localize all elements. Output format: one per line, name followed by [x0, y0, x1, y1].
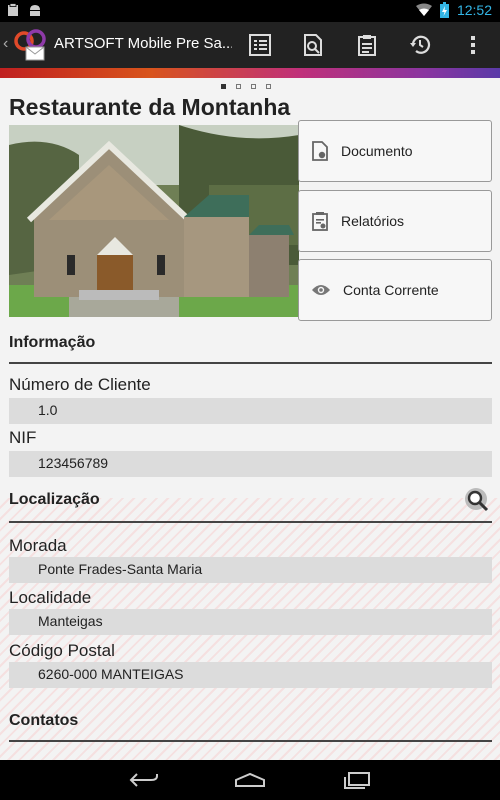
page-dot[interactable]: [266, 84, 271, 89]
overflow-menu-icon: [471, 36, 475, 54]
section-title-informacao: Informação: [9, 334, 96, 351]
home-icon: [235, 772, 265, 787]
field-label-codigo-postal: Código Postal: [9, 641, 115, 660]
document-icon: [312, 141, 328, 161]
field-value-nif: 123456789: [9, 451, 492, 477]
page-indicator: [221, 84, 271, 89]
relatorios-button[interactable]: Relatórios: [298, 190, 492, 252]
clipboard-icon: [8, 3, 18, 16]
client-photo: [9, 125, 299, 317]
overflow-menu-button[interactable]: [458, 30, 488, 60]
home-button[interactable]: [230, 768, 270, 792]
up-chevron-icon[interactable]: ‹: [3, 35, 8, 53]
status-bar: 12:52: [0, 0, 500, 22]
section-title-localizacao: Localização: [9, 491, 100, 508]
documento-label: Documento: [341, 143, 413, 159]
conta-corrente-button[interactable]: Conta Corrente: [298, 259, 492, 321]
recent-apps-button[interactable]: [337, 768, 377, 792]
section-divider: [9, 362, 492, 364]
field-value-morada: Ponte Frades-Santa Maria: [9, 557, 492, 583]
history-button[interactable]: [405, 30, 435, 60]
section-divider: [9, 521, 492, 523]
page-dot[interactable]: [236, 84, 241, 89]
field-value-codigo-postal: 6260-000 MANTEIGAS: [9, 662, 492, 688]
list-button[interactable]: [245, 30, 275, 60]
action-bar: ‹ ARTSOFT Mobile Pre Sa...: [0, 22, 500, 68]
app-logo[interactable]: [12, 27, 48, 63]
eye-icon: [312, 285, 330, 295]
section-divider: [9, 740, 492, 742]
client-detail-content[interactable]: Restaurante da Montanha Documento Relató…: [0, 78, 500, 760]
action-bar-title: ARTSOFT Mobile Pre Sa...: [54, 35, 232, 52]
back-button[interactable]: [124, 768, 164, 792]
document-search-icon: [304, 34, 322, 56]
page-title: Restaurante da Montanha: [9, 94, 291, 120]
page-dot[interactable]: [251, 84, 256, 89]
conta-corrente-label: Conta Corrente: [343, 282, 439, 298]
battery-charging-icon: [439, 2, 449, 18]
field-label-nif: NIF: [9, 428, 37, 447]
map-search-icon[interactable]: [463, 486, 491, 514]
field-label-localidade: Localidade: [9, 588, 92, 607]
field-value-numero-cliente: 1.0: [9, 398, 492, 424]
documento-button[interactable]: Documento: [298, 120, 492, 182]
clipboard-report-button[interactable]: [352, 30, 382, 60]
field-value-localidade: Manteigas: [9, 609, 492, 635]
report-icon: [312, 212, 328, 231]
android-icon: [30, 5, 40, 16]
field-label-numero-cliente: Número de Cliente: [9, 375, 151, 394]
page-dot[interactable]: [221, 84, 226, 89]
recent-apps-icon: [344, 772, 370, 789]
relatorios-label: Relatórios: [341, 213, 405, 229]
wifi-icon: [415, 3, 432, 16]
field-label-morada: Morada: [9, 536, 67, 555]
accent-strip: [0, 68, 500, 78]
section-title-contatos: Contatos: [9, 712, 79, 729]
document-search-button[interactable]: [298, 30, 328, 60]
status-clock: 12:52: [456, 2, 492, 18]
history-icon: [410, 35, 431, 54]
navigation-bar: [0, 760, 500, 800]
clipboard-report-icon: [358, 35, 376, 56]
list-icon: [249, 34, 271, 56]
back-icon: [129, 773, 158, 787]
